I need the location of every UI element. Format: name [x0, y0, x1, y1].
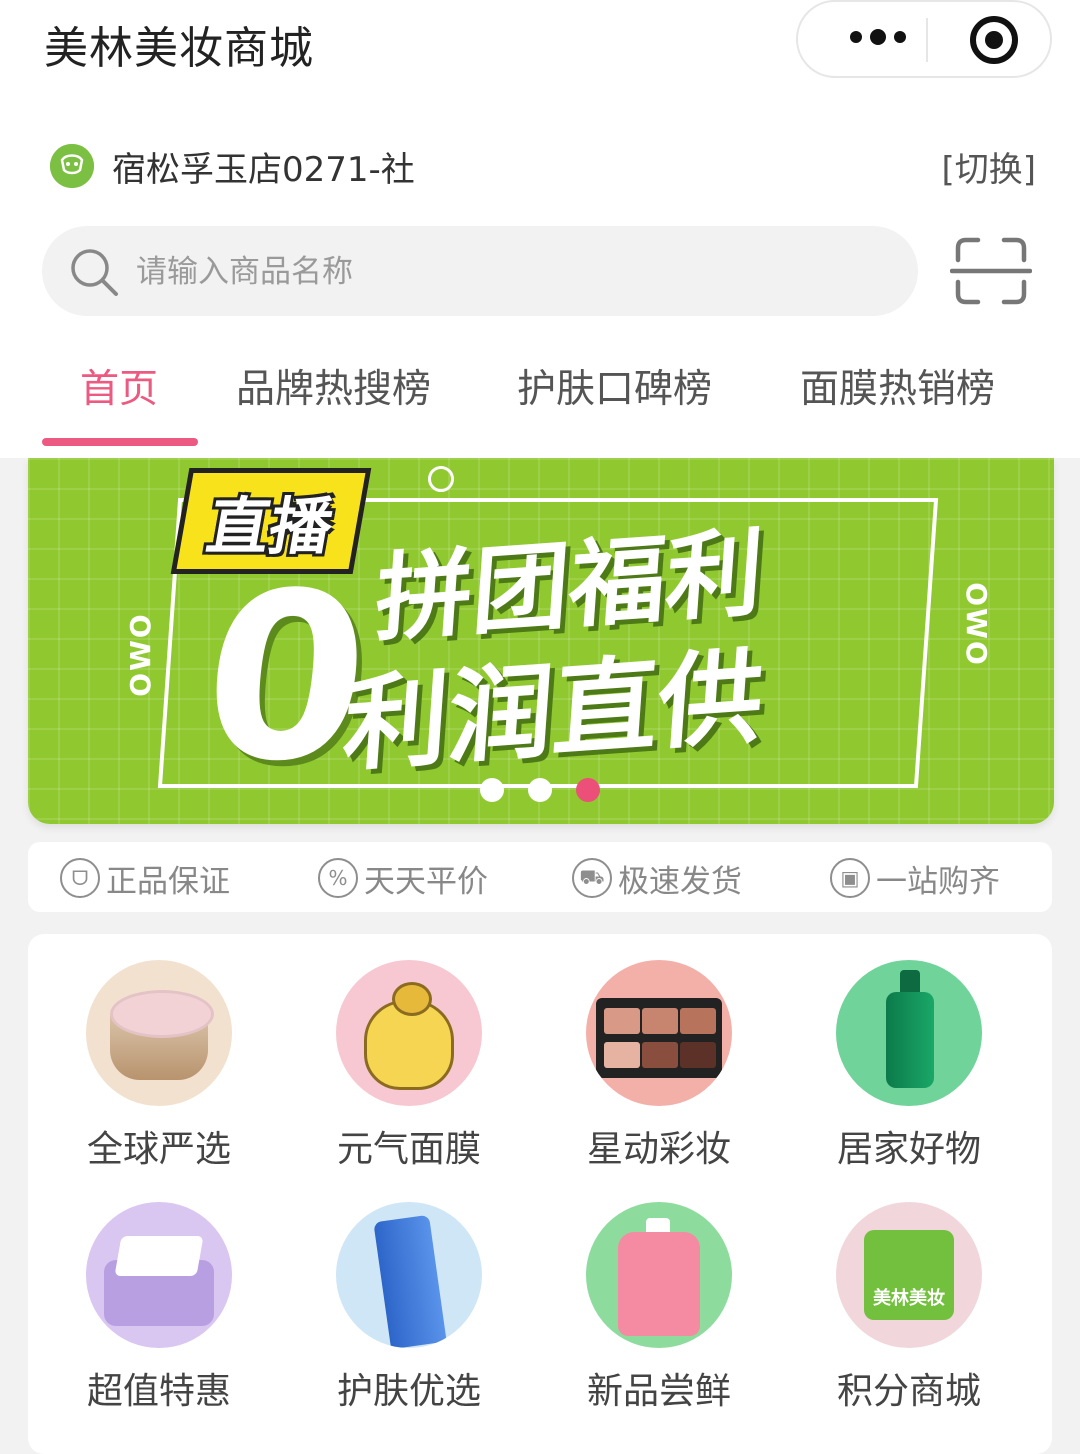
- search-input[interactable]: [134, 244, 878, 300]
- category-tabs: 首页 品牌热搜榜 护肤口碑榜 面膜热销榜: [0, 350, 1080, 450]
- category-label: 积分商城: [836, 1371, 981, 1412]
- store-name: 宿松孚玉店0271-社: [112, 150, 415, 190]
- category-label: 超值特惠: [86, 1371, 231, 1412]
- guarantee-label: 极速发货: [618, 863, 742, 900]
- category-label: 元气面膜: [336, 1129, 481, 1170]
- switch-store-link[interactable]: [切换]: [941, 142, 1036, 191]
- cream-jar-icon: [86, 960, 232, 1106]
- tab-skincare-ranking[interactable]: 护肤口碑榜: [517, 358, 712, 414]
- guarantee-label: 天天平价: [364, 863, 488, 900]
- shop-logo-icon: 美林美妆: [836, 1202, 982, 1348]
- guarantee-low-price: % 天天平价: [318, 856, 488, 900]
- guarantee-fast-shipping: ⛟ 极速发货: [572, 856, 742, 900]
- guarantee-label: 正品保证: [106, 863, 230, 900]
- guarantee-one-stop: ▣ 一站购齐: [830, 856, 1000, 900]
- tab-mask-bestsellers[interactable]: 面膜热销榜: [800, 358, 995, 414]
- mini-program-capsule: [796, 0, 1052, 78]
- app-title: 美林美妆商城: [44, 23, 314, 74]
- header-area: 美林美妆商城 宿松孚玉店0271-社 [切换] 首页 品牌热搜榜 护肤口碑榜 面…: [0, 0, 1080, 458]
- search-icon: [71, 249, 118, 296]
- guarantee-authentic: ᗜ 正品保证: [60, 856, 230, 900]
- carousel-dot-3[interactable]: [576, 778, 600, 802]
- category-label: 居家好物: [836, 1129, 981, 1170]
- more-menu-icon[interactable]: [828, 12, 928, 62]
- active-tab-indicator: [42, 438, 198, 446]
- category-face-masks[interactable]: 元气面膜: [284, 960, 534, 1172]
- shop-logo-text: 美林美妆: [864, 1230, 954, 1320]
- category-global-selection[interactable]: 全球严选: [34, 960, 284, 1172]
- percent-icon: %: [318, 858, 358, 898]
- category-super-deals[interactable]: 超值特惠: [34, 1202, 284, 1414]
- banner-deco-left: OWO: [123, 612, 157, 697]
- guarantee-label: 一站购齐: [876, 863, 1000, 900]
- lotion-pouch-icon: [586, 1202, 732, 1348]
- tissue-box-icon: [86, 1202, 232, 1348]
- pump-bottle-icon: [836, 960, 982, 1106]
- category-skincare-picks[interactable]: 护肤优选: [284, 1202, 534, 1414]
- category-points-mall[interactable]: 美林美妆 积分商城: [784, 1202, 1034, 1414]
- banner-headline-2: 利润直供: [339, 635, 768, 787]
- capsule-divider: [926, 18, 928, 62]
- tab-brand-hot-search[interactable]: 品牌热搜榜: [236, 358, 431, 414]
- category-new-arrivals[interactable]: 新品尝鲜: [534, 1202, 784, 1414]
- bag-icon: ▣: [830, 858, 870, 898]
- guarantee-bar: ᗜ 正品保证 % 天天平价 ⛟ 极速发货 ▣ 一站购齐: [28, 842, 1052, 912]
- category-label: 护肤优选: [336, 1371, 481, 1412]
- category-home-goods[interactable]: 居家好物: [784, 960, 1034, 1172]
- truck-icon: ⛟: [572, 858, 612, 898]
- category-label: 星动彩妆: [586, 1129, 731, 1170]
- category-grid: 全球严选 元气面膜 星动彩妆 居家好物 超值特惠 护肤优选 新品尝鲜 美林美妆 …: [28, 934, 1052, 1454]
- tab-home[interactable]: 首页: [80, 358, 158, 414]
- promo-banner[interactable]: OWO OWO 直播 0 拼团福利 利润直供: [28, 458, 1054, 824]
- close-target-icon[interactable]: [970, 16, 1018, 64]
- category-label: 全球严选: [86, 1129, 231, 1170]
- carousel-dot-1[interactable]: [480, 778, 504, 802]
- store-logo-icon: [50, 144, 94, 188]
- honey-pot-icon: [336, 960, 482, 1106]
- carousel-indicator: [480, 778, 600, 802]
- search-bar[interactable]: [42, 226, 918, 316]
- scan-icon[interactable]: [950, 236, 1032, 306]
- carousel-dot-2[interactable]: [528, 778, 552, 802]
- banner-ring-decoration: [428, 466, 454, 492]
- banner-deco-right: OWO: [959, 582, 993, 667]
- cleanser-tube-icon: [336, 1202, 482, 1348]
- cat-icon: ᗜ: [60, 858, 100, 898]
- category-label: 新品尝鲜: [586, 1371, 731, 1412]
- eyeshadow-palette-icon: [586, 960, 732, 1106]
- category-makeup[interactable]: 星动彩妆: [534, 960, 784, 1172]
